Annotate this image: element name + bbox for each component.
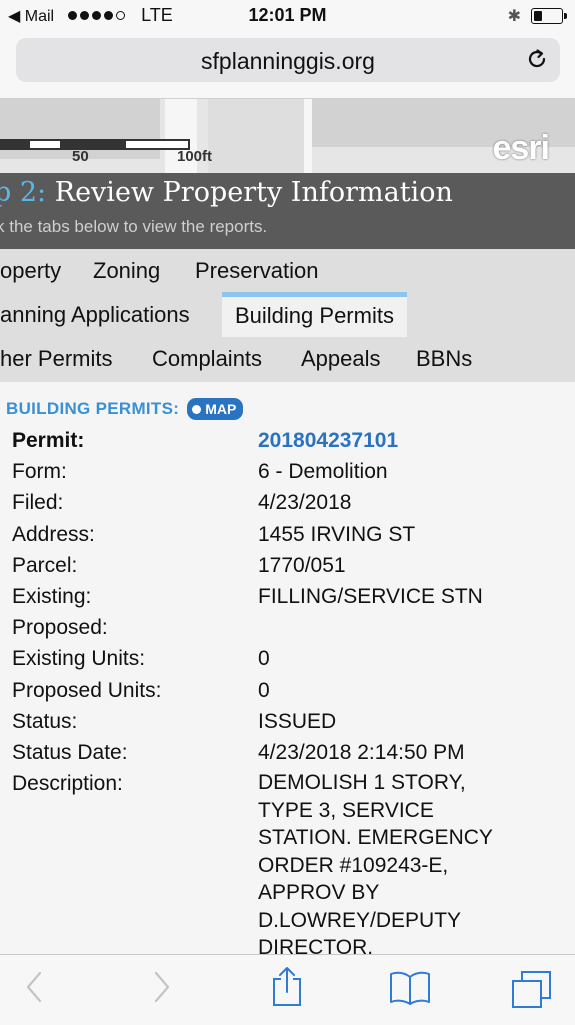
back-icon[interactable] xyxy=(22,969,46,1005)
tab-preservation[interactable]: Preservation xyxy=(182,249,332,293)
scale-label-50: 50 xyxy=(72,148,89,165)
step-header: p 2: Review Property Information k the t… xyxy=(0,173,575,249)
permit-label: Permit: xyxy=(12,429,85,452)
tab-bbns[interactable]: BBNs xyxy=(403,337,485,381)
tab-property[interactable]: operty xyxy=(0,249,74,293)
step-subtitle: k the tabs below to view the reports. xyxy=(0,217,268,236)
parcel-row: Parcel: 1770/051 xyxy=(12,551,572,582)
status-row: Status: ISSUED xyxy=(12,707,572,738)
tab-appeals[interactable]: Appeals xyxy=(288,337,394,381)
address-value: 1455 IRVING ST xyxy=(258,522,416,546)
map-pin-icon xyxy=(192,404,202,414)
description-value: DEMOLISH 1 STORY, TYPE 3, SERVICE STATIO… xyxy=(258,771,493,954)
building-permits-title: BUILDING PERMITS: xyxy=(6,399,180,418)
step-number: p 2: xyxy=(0,177,47,208)
bookmarks-icon[interactable] xyxy=(388,970,432,1006)
existing-units-label: Existing Units: xyxy=(12,647,146,671)
parcel-label: Parcel: xyxy=(12,553,78,577)
status-date-label: Status Date: xyxy=(12,740,128,764)
proposed-value xyxy=(258,613,572,644)
proposed-units-label: Proposed Units: xyxy=(12,678,162,702)
tab-building-permits[interactable]: Building Permits xyxy=(222,292,407,337)
map-scale-bar xyxy=(0,139,190,150)
clock: 12:01 PM xyxy=(248,5,327,25)
description-row: Description: DEMOLISH 1 STORY, TYPE 3, S… xyxy=(12,769,572,954)
tab-zoning[interactable]: Zoning xyxy=(80,249,173,293)
tabs-icon[interactable] xyxy=(510,969,554,1011)
step-title: p 2: Review Property Information xyxy=(0,177,453,208)
map-road xyxy=(304,99,312,173)
address-bar-container: sfplanninggis.org xyxy=(0,32,575,99)
browser-toolbar xyxy=(0,954,575,1025)
existing-units-row: Existing Units: 0 xyxy=(12,644,572,675)
parcel-value: 1770/051 xyxy=(258,553,346,577)
tab-planning-applications[interactable]: anning Applications xyxy=(0,293,203,337)
proposed-units-row: Proposed Units: 0 xyxy=(12,676,572,707)
existing-row: Existing: FILLING/SERVICE STN xyxy=(12,582,572,613)
address-row: Address: 1455 IRVING ST xyxy=(12,520,572,551)
reload-icon[interactable] xyxy=(524,46,550,72)
filed-value: 4/23/2018 xyxy=(258,491,352,515)
form-label: Form: xyxy=(12,460,67,484)
status-right: ✱ xyxy=(507,6,567,26)
proposed-units-value: 0 xyxy=(258,678,270,702)
filed-row: Filed: 4/23/2018 xyxy=(12,488,572,519)
step-title-text: Review Property Information xyxy=(54,177,453,208)
bluetooth-icon: ✱ xyxy=(507,8,521,25)
status-value: ISSUED xyxy=(258,709,337,733)
tab-complaints[interactable]: Complaints xyxy=(139,337,275,381)
map-button-label: MAP xyxy=(205,401,237,417)
permit-number-link[interactable]: 201804237101 xyxy=(258,426,572,457)
scale-label-100: 100ft xyxy=(177,148,213,165)
report-content: BUILDING PERMITS: MAP Permit: 2018042371… xyxy=(0,382,575,954)
battery-icon xyxy=(531,8,567,24)
existing-value: FILLING/SERVICE STN xyxy=(258,584,483,608)
permit-details: Permit: 201804237101 Form: 6 - Demolitio… xyxy=(12,426,572,954)
address-label: Address: xyxy=(12,522,95,546)
url-text[interactable]: sfplanninggis.org xyxy=(16,48,560,75)
description-label: Description: xyxy=(12,772,123,796)
status-label: Status: xyxy=(12,709,78,733)
form-row: Form: 6 - Demolition xyxy=(12,457,572,488)
share-icon[interactable] xyxy=(270,965,304,1009)
map-button[interactable]: MAP xyxy=(187,398,244,420)
status-bar: ◀ Mail LTE 12:01 PM ✱ xyxy=(0,0,575,32)
proposed-row: Proposed: xyxy=(12,613,572,644)
proposed-label: Proposed: xyxy=(12,616,108,640)
permit-row: Permit: 201804237101 xyxy=(12,426,572,457)
status-date-row: Status Date: 4/23/2018 2:14:50 PM xyxy=(12,738,572,769)
status-date-value: 4/23/2018 2:14:50 PM xyxy=(258,740,465,764)
report-tabs: operty Zoning Preservation anning Applic… xyxy=(0,249,575,382)
building-permits-header: BUILDING PERMITS: MAP xyxy=(6,398,244,420)
tab-other-permits[interactable]: her Permits xyxy=(0,337,125,381)
battery-level xyxy=(534,11,542,21)
forward-icon[interactable] xyxy=(150,969,174,1005)
address-bar[interactable]: sfplanninggis.org xyxy=(16,38,560,82)
filed-label: Filed: xyxy=(12,491,64,515)
form-value: 6 - Demolition xyxy=(258,460,388,484)
existing-units-value: 0 xyxy=(258,647,270,671)
map-parcel xyxy=(208,99,304,173)
map-view[interactable]: 50 100ft esri xyxy=(0,99,575,173)
esri-logo: esri xyxy=(492,129,550,167)
existing-label: Existing: xyxy=(12,584,92,608)
